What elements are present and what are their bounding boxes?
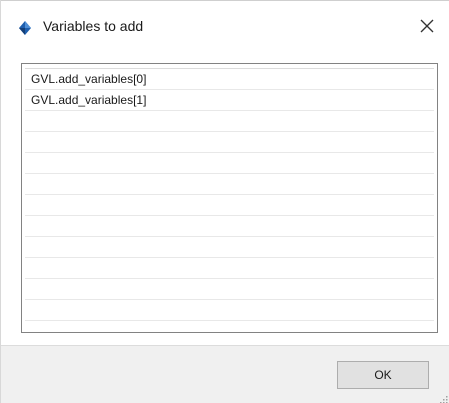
title-bar[interactable]: Variables to add <box>1 0 449 52</box>
list-item[interactable] <box>25 174 434 195</box>
list-item[interactable] <box>25 300 434 321</box>
list-item[interactable] <box>25 153 434 174</box>
close-button[interactable] <box>412 13 442 43</box>
dialog-body: GVL.add_variables[0] GVL.add_variables[1] <box>1 52 449 345</box>
resize-grip-icon[interactable] <box>438 391 448 403</box>
dialog-footer: OK <box>1 345 449 403</box>
list-item[interactable] <box>25 195 434 216</box>
list-item[interactable] <box>25 132 434 153</box>
list-item[interactable]: GVL.add_variables[0] <box>25 69 434 90</box>
close-icon <box>420 19 434 38</box>
list-item[interactable] <box>25 237 434 258</box>
list-item[interactable] <box>25 279 434 300</box>
ok-button[interactable]: OK <box>337 361 429 389</box>
list-item[interactable]: GVL.add_variables[1] <box>25 90 434 111</box>
variables-dialog: Variables to add GVL.add_variables[0] GVL… <box>0 0 449 403</box>
diamond-icon <box>17 20 33 36</box>
variables-list[interactable]: GVL.add_variables[0] GVL.add_variables[1] <box>21 63 438 333</box>
list-item[interactable] <box>25 216 434 237</box>
variables-list-rows: GVL.add_variables[0] GVL.add_variables[1] <box>25 68 434 332</box>
list-item[interactable] <box>25 258 434 279</box>
list-item[interactable] <box>25 111 434 132</box>
dialog-title: Variables to add <box>43 18 144 34</box>
